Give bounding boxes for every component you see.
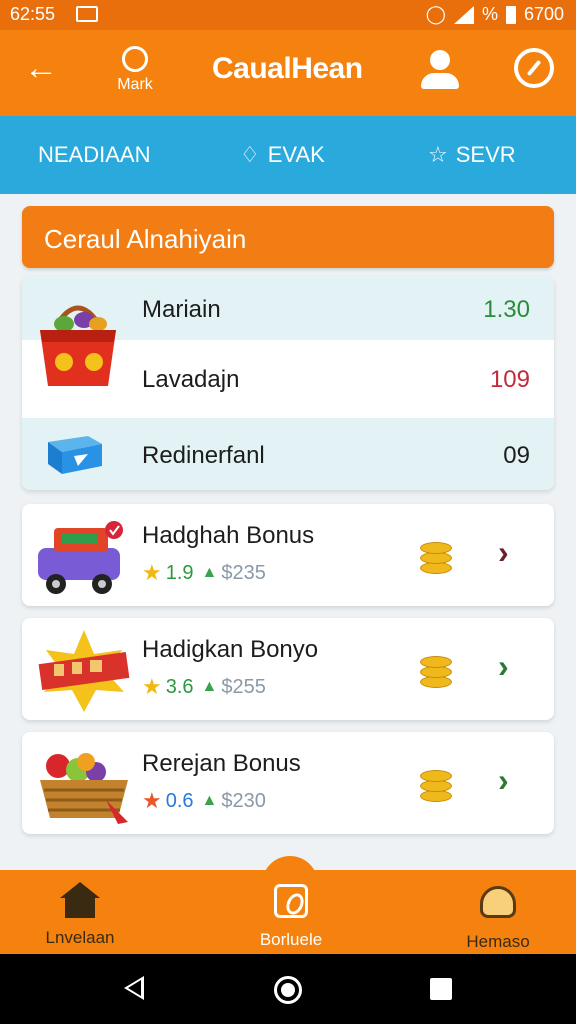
summary-value: 109 [489, 366, 530, 393]
chevron-right-icon[interactable]: › [498, 648, 509, 685]
money-bag-icon: ▲ [201, 792, 218, 809]
compass-icon[interactable] [514, 48, 554, 88]
mark-label: Mark [117, 76, 153, 93]
bonus-price: $230 [221, 789, 266, 812]
tab-sevr[interactable]: ☆ SEVR [428, 142, 516, 168]
chevron-right-icon[interactable]: › [498, 534, 509, 571]
app-title: CaualHean [212, 52, 363, 85]
app-bar: ← Mark CaualHean [0, 30, 576, 116]
tab-strip: NEADIAAN ♢ EVAK ☆ SEVR [0, 116, 576, 194]
nav-label: Hemaso [466, 932, 530, 951]
alarm-icon: ◯ [425, 4, 446, 24]
star-outline-icon: ☆ [428, 142, 448, 167]
status-right: ◯ % 6700 [426, 4, 564, 25]
coins-icon [420, 538, 454, 576]
summary-label: Mariain [142, 296, 221, 323]
bonus-meta: ★ 0.6 ▲ $230 [142, 788, 266, 814]
tab-evak[interactable]: ♢ EVAK [240, 142, 325, 168]
star-icon: ★ [142, 674, 162, 699]
nav-label: Lnvelaan [45, 928, 115, 947]
nav-label: Borluele [259, 930, 323, 949]
image-notification-icon [76, 6, 98, 22]
bonus-title: Hadghah Bonus [142, 522, 315, 549]
tab-label: SEVR [455, 142, 516, 167]
chevron-right-icon[interactable]: › [498, 762, 509, 799]
package-box-image [48, 436, 102, 474]
bonus-card[interactable]: Hadghah Bonus ★ 1.9 ▲ $235 › [22, 504, 554, 606]
bonus-meta: ★ 1.9 ▲ $235 [142, 560, 266, 586]
tag-icon: ♢ [240, 142, 260, 167]
bottom-navigation: Lnvelaan Borluele Hemaso [0, 856, 576, 954]
system-navigation-bar [0, 954, 576, 1024]
star-icon: ★ [142, 788, 162, 813]
mark-button[interactable]: Mark [110, 46, 160, 94]
bonus-rating: 1.9 [165, 561, 194, 584]
bonus-price: $235 [221, 561, 266, 584]
bonus-card[interactable]: Rerejan Bonus ★ 0.6 ▲ $230 › [22, 732, 554, 834]
bonus-rating: 3.6 [165, 675, 194, 698]
tab-neadiaan[interactable]: NEADIAAN [38, 142, 150, 168]
status-percent: % [481, 4, 498, 24]
bonus-icon [246, 884, 336, 924]
coins-icon [420, 652, 454, 690]
nav-bonus[interactable]: Borluele [246, 882, 336, 950]
bonus-rating: 0.6 [165, 789, 194, 812]
home-icon [38, 882, 122, 922]
signal-icon [453, 5, 474, 24]
star-icon: ★ [142, 560, 162, 585]
summary-value: 09 [503, 442, 530, 469]
system-recents-icon[interactable] [430, 978, 452, 1000]
fruit-basket-image [40, 753, 128, 824]
money-bag-icon: ▲ [201, 678, 218, 695]
bonus-price: $255 [221, 675, 266, 698]
bonus-meta: ★ 3.6 ▲ $255 [142, 674, 266, 700]
shopping-basket-image [40, 305, 116, 386]
bonus-title: Rerejan Bonus [142, 750, 301, 777]
section-header: Ceraul Alnahiyain [22, 206, 554, 268]
bonus-title: Hadigkan Bonyo [142, 636, 319, 663]
summary-card: Mariain 1.30 Lavadajn 109 Redinerfanl 09 [22, 276, 554, 490]
back-arrow-icon[interactable]: ← [24, 50, 58, 86]
summary-label: Lavadajn [142, 366, 240, 393]
profile-icon [456, 886, 540, 926]
system-back-icon[interactable] [124, 976, 144, 1000]
nav-home[interactable]: Lnvelaan [38, 882, 122, 948]
coins-icon [420, 766, 454, 804]
user-icon[interactable] [420, 50, 460, 90]
money-bag-icon: ▲ [201, 564, 218, 581]
tab-label: EVAK [267, 142, 325, 167]
circle-icon [122, 46, 148, 72]
status-time: 62:55 [10, 4, 56, 24]
bonus-card[interactable]: Hadigkan Bonyo ★ 3.6 ▲ $255 › [22, 618, 554, 720]
battery-icon [505, 5, 516, 24]
summary-label: Redinerfanl [142, 442, 265, 469]
status-battery-text: 6700 [523, 4, 564, 24]
status-bar: 62:55 ◯ % 6700 [0, 0, 576, 30]
sale-star-badge-image [38, 630, 130, 712]
nav-profile[interactable]: Hemaso [456, 882, 540, 952]
toy-truck-image [38, 521, 123, 594]
tab-label: NEADIAAN [38, 142, 151, 167]
system-home-icon[interactable] [274, 976, 302, 1004]
summary-value: 1.30 [483, 296, 530, 323]
